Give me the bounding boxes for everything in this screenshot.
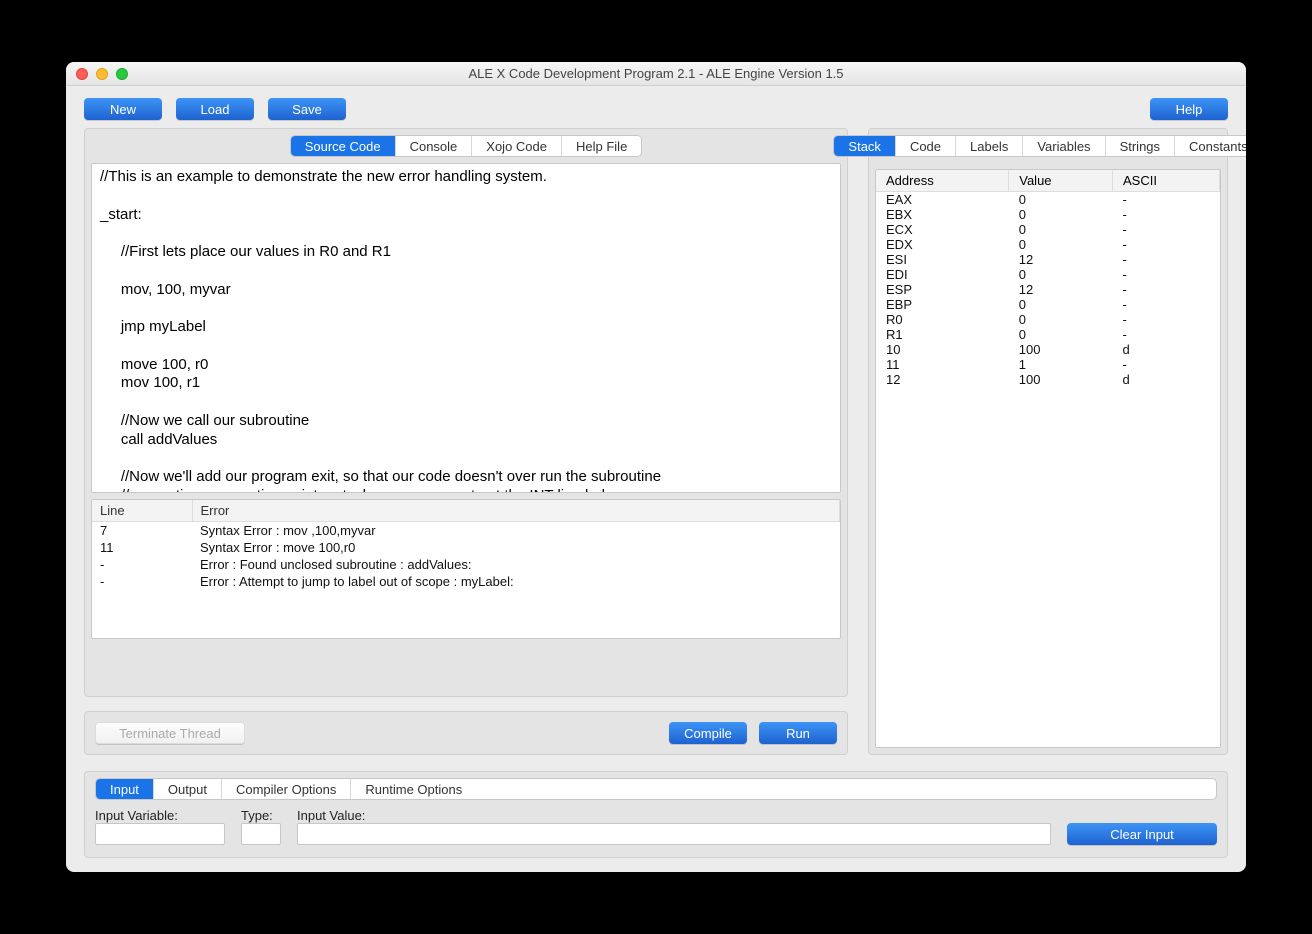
input-type-label: Type: [241, 808, 281, 823]
tab-labels[interactable]: Labels [956, 136, 1023, 156]
tab-compiler-options[interactable]: Compiler Options [222, 779, 351, 799]
clear-input-button[interactable]: Clear Input [1067, 823, 1217, 845]
stack-row[interactable]: R10- [876, 327, 1220, 342]
tab-source-code[interactable]: Source Code [291, 136, 396, 156]
stack-row[interactable]: 111- [876, 357, 1220, 372]
window-title: ALE X Code Development Program 2.1 - ALE… [66, 66, 1246, 81]
load-button[interactable]: Load [176, 98, 254, 120]
source-editor[interactable]: //This is an example to demonstrate the … [91, 163, 841, 493]
input-variable-label: Input Variable: [95, 808, 225, 823]
left-tabs: Source CodeConsoleXojo CodeHelp File [290, 135, 643, 157]
stack-col-ascii: ASCII [1112, 170, 1219, 192]
main-toolbar: New Load Save Help [66, 86, 1246, 128]
error-list: Line Error 7Syntax Error : mov ,100,myva… [91, 499, 841, 639]
titlebar: ALE X Code Development Program 2.1 - ALE… [66, 62, 1246, 86]
new-button[interactable]: New [84, 98, 162, 120]
stack-col-address: Address [876, 170, 1009, 192]
stack-row[interactable]: EBP0- [876, 297, 1220, 312]
stack-row[interactable]: EDX0- [876, 237, 1220, 252]
error-row[interactable]: 7Syntax Error : mov ,100,myvar [92, 522, 840, 540]
input-value-label: Input Value: [297, 808, 1051, 823]
compile-button[interactable]: Compile [669, 722, 747, 744]
tab-strings[interactable]: Strings [1106, 136, 1175, 156]
stack-row[interactable]: 12100d [876, 372, 1220, 387]
tab-console[interactable]: Console [396, 136, 473, 156]
error-col-line: Line [92, 500, 192, 522]
error-col-msg: Error [192, 500, 840, 522]
stack-row[interactable]: EDI0- [876, 267, 1220, 282]
stack-row[interactable]: EAX0- [876, 192, 1220, 208]
terminate-button[interactable]: Terminate Thread [95, 722, 245, 744]
stack-col-value: Value [1009, 170, 1113, 192]
stack-row[interactable]: EBX0- [876, 207, 1220, 222]
error-row[interactable]: -Error : Found unclosed subroutine : add… [92, 556, 840, 573]
stack-row[interactable]: 10100d [876, 342, 1220, 357]
stack-row[interactable]: ECX0- [876, 222, 1220, 237]
error-row[interactable]: -Error : Attempt to jump to label out of… [92, 573, 840, 590]
tab-code[interactable]: Code [896, 136, 956, 156]
tab-output[interactable]: Output [154, 779, 222, 799]
tab-stack[interactable]: Stack [834, 136, 896, 156]
right-tabs: StackCodeLabelsVariablesStringsConstants [833, 135, 1246, 157]
stack-row[interactable]: R00- [876, 312, 1220, 327]
action-row: Terminate Thread Compile Run [84, 711, 848, 755]
stack-row[interactable]: ESP12- [876, 282, 1220, 297]
tab-runtime-options[interactable]: Runtime Options [351, 779, 476, 799]
input-type-field[interactable] [241, 823, 281, 845]
bottom-panel: InputOutputCompiler OptionsRuntime Optio… [84, 771, 1228, 858]
error-row[interactable]: 11Syntax Error : move 100,r0 [92, 539, 840, 556]
tab-constants[interactable]: Constants [1175, 136, 1246, 156]
app-window: ALE X Code Development Program 2.1 - ALE… [66, 62, 1246, 872]
run-button[interactable]: Run [759, 722, 837, 744]
tab-input[interactable]: Input [96, 779, 154, 799]
tab-variables[interactable]: Variables [1023, 136, 1105, 156]
tab-help-file[interactable]: Help File [562, 136, 641, 156]
input-variable-field[interactable] [95, 823, 225, 845]
stack-table: Address Value ASCII EAX0-EBX0-ECX0-EDX0-… [876, 170, 1220, 387]
help-button[interactable]: Help [1150, 98, 1228, 120]
save-button[interactable]: Save [268, 98, 346, 120]
input-value-field[interactable] [297, 823, 1051, 845]
bottom-tabs: InputOutputCompiler OptionsRuntime Optio… [95, 778, 1217, 800]
tab-xojo-code[interactable]: Xojo Code [472, 136, 562, 156]
stack-row[interactable]: ESI12- [876, 252, 1220, 267]
